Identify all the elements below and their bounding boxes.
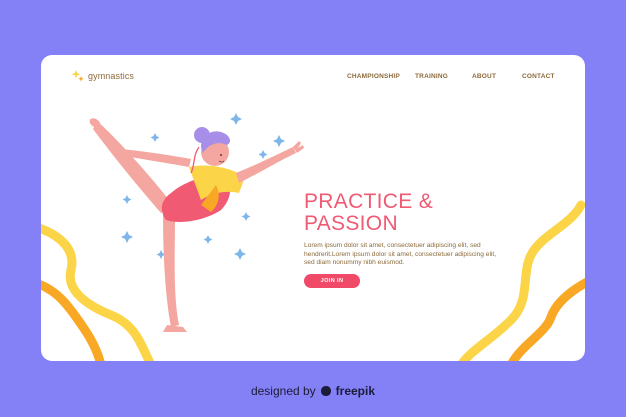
nav-item-championship[interactable]: CHAMPIONSHIP [347, 73, 400, 80]
freepik-logo-icon [320, 386, 331, 396]
footer-credit: designed by freepik [0, 384, 626, 398]
nav-item-about[interactable]: ABOUT [472, 73, 496, 80]
main-nav: CHAMPIONSHIP TRAINING ABOUT CONTACT [41, 73, 585, 83]
landing-card: gymnastics CHAMPIONSHIP TRAINING ABOUT C… [41, 55, 585, 361]
nav-item-contact[interactable]: CONTACT [522, 73, 555, 80]
join-in-button[interactable]: JOIN IN [304, 274, 360, 288]
gymnast-figure [89, 118, 304, 332]
headline-line-2: PASSION [304, 212, 398, 235]
nav-item-training[interactable]: TRAINING [415, 73, 448, 80]
left-wave-orange [41, 280, 105, 361]
headline-line-1: PRACTICE & [304, 190, 434, 213]
footer-prefix: designed by [250, 384, 316, 398]
hero-headline: PRACTICE & PASSION [304, 191, 504, 235]
footer-brand[interactable]: freepik [336, 384, 375, 398]
hero-body: Lorem ipsum dolor sit amet, consectetuer… [304, 242, 497, 267]
